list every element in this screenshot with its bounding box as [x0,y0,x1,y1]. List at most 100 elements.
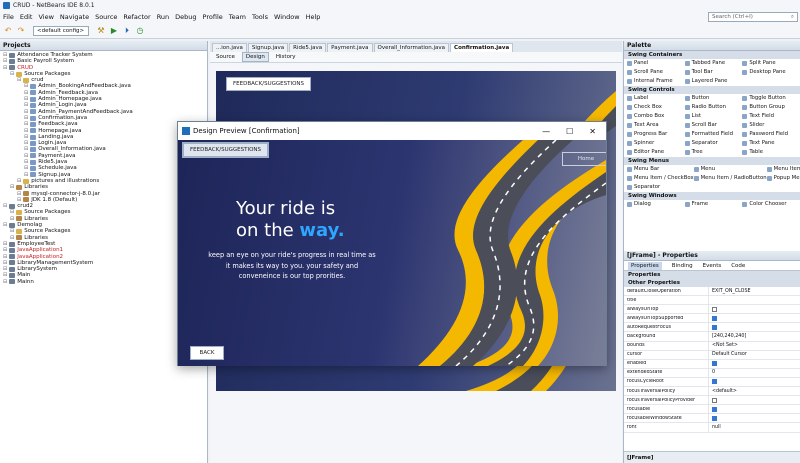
editor-tab[interactable]: Signup.java [247,43,289,52]
menu-item-team[interactable]: Team [229,13,246,21]
properties-tab-code[interactable]: Code [731,263,745,269]
editor-tab[interactable]: Ride5.java [289,43,327,52]
palette-item[interactable]: Text Pane [742,139,800,148]
menu-item-window[interactable]: Window [274,13,300,21]
properties-tab-properties[interactable]: Properties [628,261,662,270]
property-value[interactable] [708,323,800,332]
menu-item-refactor[interactable]: Refactor [123,13,150,21]
config-select[interactable]: <default config> [33,25,89,36]
properties-tab-binding[interactable]: Binding [672,263,693,269]
property-value[interactable] [708,405,800,414]
property-value[interactable] [708,359,800,368]
property-checkbox[interactable] [712,415,717,421]
menu-item-run[interactable]: Run [157,13,169,21]
property-row[interactable]: bounds <Not Set> [624,341,800,351]
property-row[interactable]: cursor Default Cursor [624,350,800,360]
palette-item[interactable]: Desktop Pane [742,68,800,77]
minimize-icon[interactable]: — [542,127,550,136]
expand-toggle-icon[interactable]: ⊟ [17,178,21,184]
debug-icon[interactable]: ⏵ [122,26,132,36]
view-design-button[interactable]: Design [241,52,269,62]
property-value[interactable] [708,305,800,314]
palette-item[interactable]: Table [742,148,800,157]
run-icon[interactable]: ▶ [109,26,119,36]
property-row[interactable]: extendedState 0 [624,368,800,378]
menu-item-help[interactable]: Help [306,13,321,21]
property-row[interactable]: focusTraversalPolicyProvider [624,396,800,406]
palette-item[interactable]: Menu [693,165,767,174]
editor-tab[interactable]: Confirmation.java [450,43,514,52]
property-row[interactable]: focusCycleRoot [624,377,800,388]
palette-item[interactable]: Tree [684,148,743,157]
property-row[interactable]: font null [624,423,800,433]
palette-item[interactable]: Split Pane [742,59,800,68]
editor-tab[interactable]: Payment.java [327,43,373,52]
properties-tab-events[interactable]: Events [703,263,722,269]
palette-item[interactable]: Panel [627,59,685,68]
palette-item[interactable]: Popup Menu [766,174,800,183]
property-row[interactable]: focusableWindowState [624,414,800,424]
menu-item-profile[interactable]: Profile [203,13,223,21]
palette-item[interactable]: Editor Pane [627,148,685,157]
palette-item[interactable]: Scroll Pane [627,68,685,77]
menu-item-edit[interactable]: Edit [20,13,33,21]
property-checkbox[interactable] [712,397,717,403]
menu-item-view[interactable]: View [38,13,53,21]
palette-item[interactable]: Slider [742,121,800,130]
menu-item-source[interactable]: Source [95,13,117,21]
property-value[interactable] [708,314,800,323]
property-checkbox[interactable] [712,324,717,330]
palette-item[interactable]: Text Area [627,121,685,130]
palette-item[interactable]: Radio Button [684,103,743,112]
menu-item-debug[interactable]: Debug [175,13,196,21]
expand-toggle-icon[interactable]: ⊟ [17,77,21,83]
home-button[interactable]: Home [562,152,606,166]
expand-toggle-icon[interactable]: ⊟ [3,279,7,285]
expand-toggle-icon[interactable]: ⊟ [10,71,14,77]
property-value[interactable]: EXIT_ON_CLOSE [708,287,800,296]
palette-item[interactable]: Progress Bar [627,130,685,139]
editor-tab[interactable]: Overall_Information.java [373,43,450,52]
other-properties-section[interactable]: Other Properties [624,279,800,287]
property-value[interactable] [708,414,800,423]
back-button[interactable]: BACK [190,346,224,360]
palette-item[interactable]: Text Field [742,112,800,121]
property-checkbox[interactable] [712,315,717,321]
palette-item[interactable]: Menu Item / RadioButton [693,174,767,183]
close-icon[interactable]: ✕ [589,127,596,136]
build-icon[interactable]: ⚒ [96,26,106,36]
property-row[interactable]: focusable [624,405,800,415]
profile-icon[interactable]: ◷ [135,26,145,36]
palette-item[interactable]: Internal Frame [627,77,685,86]
expand-toggle-icon[interactable]: ⊟ [24,172,28,178]
palette-item[interactable]: Check Box [627,103,685,112]
palette-item[interactable]: Button [684,94,743,103]
property-row[interactable]: background [240,240,240] [624,332,800,342]
property-checkbox[interactable] [712,306,717,312]
property-row[interactable]: focusTraversalPolicy <default> [624,387,800,397]
property-value[interactable]: [240,240,240] [708,332,800,341]
view-history-button[interactable]: History [273,53,299,61]
menu-item-navigate[interactable]: Navigate [60,13,89,21]
expand-toggle-icon[interactable]: ⊟ [3,222,7,228]
menu-item-file[interactable]: File [3,13,14,21]
palette-item[interactable]: Color Chooser [742,200,800,209]
palette-item[interactable]: Dialog [627,200,685,209]
expand-toggle-icon[interactable]: ⊟ [3,65,7,71]
palette-item[interactable]: Toggle Button [742,94,800,103]
property-value[interactable]: <default> [708,387,800,396]
property-row[interactable]: autoRequestFocus [624,323,800,333]
palette-item[interactable]: Spinner [627,139,685,148]
expand-toggle-icon[interactable]: ⊟ [10,216,14,222]
palette-item[interactable]: Formatted Field [684,130,743,139]
palette-item[interactable]: Menu Bar [627,165,694,174]
property-value[interactable]: <Not Set> [708,341,800,350]
feedback-button[interactable]: FEEDBACK/SUGGESTIONS [182,142,270,158]
property-row[interactable]: enabled [624,359,800,369]
property-row[interactable]: defaultCloseOperation EXIT_ON_CLOSE [624,287,800,297]
palette-category[interactable]: Swing Windows [624,192,800,200]
form-feedback-button[interactable]: FEEDBACK/SUGGESTIONS [226,77,312,91]
palette-item[interactable]: Tool Bar [684,68,743,77]
property-checkbox[interactable] [712,361,717,367]
undo-icon[interactable]: ↶ [3,26,13,36]
